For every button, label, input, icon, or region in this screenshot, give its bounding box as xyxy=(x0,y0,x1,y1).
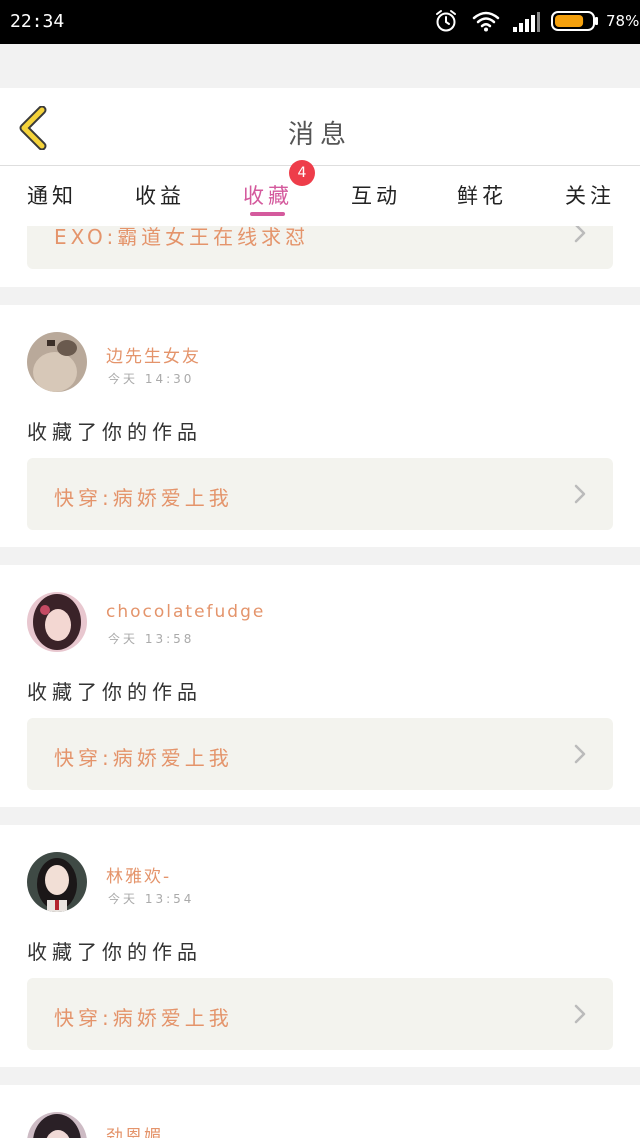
action-text: 收藏了你的作品 xyxy=(27,420,202,444)
avatar[interactable] xyxy=(27,852,87,912)
avatar[interactable] xyxy=(27,332,87,392)
battery-percent: 78% xyxy=(606,12,640,30)
username[interactable]: chocolatefudge xyxy=(106,602,265,622)
work-link[interactable]: 快穿:病娇爱上我 xyxy=(27,458,613,530)
list-item: EXO:霸道女王在线求怼 xyxy=(0,226,640,287)
battery-icon xyxy=(551,11,598,31)
work-link[interactable]: 快穿:病娇爱上我 xyxy=(27,978,613,1050)
avatar-image xyxy=(27,332,87,392)
gray-band xyxy=(0,44,640,88)
signal-icon xyxy=(513,12,540,32)
avatar-image xyxy=(27,592,87,652)
list-item: 边先生女友 今天 14:30 收藏了你的作品 快穿:病娇爱上我 xyxy=(0,305,640,547)
username[interactable]: 林雅欢- xyxy=(106,862,171,887)
work-link[interactable]: 快穿:病娇爱上我 xyxy=(27,718,613,790)
tab-flowers[interactable]: 鲜花 xyxy=(457,180,507,210)
favorites-count-badge: 4 xyxy=(289,160,315,186)
work-link[interactable]: EXO:霸道女王在线求怼 xyxy=(27,226,613,269)
alarm-icon xyxy=(436,10,456,32)
list-item: 林雅欢- 今天 13:54 收藏了你的作品 快穿:病娇爱上我 xyxy=(0,825,640,1067)
chevron-right-icon xyxy=(574,484,586,504)
status-bar: 22:34 78% xyxy=(0,0,640,44)
work-title: 快穿:病娇爱上我 xyxy=(54,1006,233,1030)
avatar-image xyxy=(27,852,87,912)
work-title: 快穿:病娇爱上我 xyxy=(54,746,233,770)
tab-earnings[interactable]: 收益 xyxy=(135,180,185,210)
tab-follows[interactable]: 关注 xyxy=(565,180,615,210)
username[interactable]: 劲恩媚 xyxy=(106,1122,163,1138)
active-tab-indicator xyxy=(250,212,285,216)
action-text: 收藏了你的作品 xyxy=(27,680,202,704)
timestamp: 今天 13:58 xyxy=(108,632,195,646)
tab-bar: 通知 收益 收藏 互动 鲜花 关注 xyxy=(0,166,640,226)
list-item: chocolatefudge 今天 13:58 收藏了你的作品 快穿:病娇爱上我 xyxy=(0,565,640,807)
chevron-right-icon xyxy=(574,1004,586,1024)
list-item: 劲恩媚 xyxy=(0,1085,640,1138)
chevron-right-icon xyxy=(574,226,586,243)
message-list: EXO:霸道女王在线求怼 边先生女友 今天 14:30 收藏了你的作品 快穿:病… xyxy=(0,226,640,1138)
page-title: 消息 xyxy=(287,120,352,150)
avatar-image xyxy=(27,1112,87,1138)
work-title: 快穿:病娇爱上我 xyxy=(54,486,233,510)
page-header: 消息 xyxy=(0,88,640,166)
work-title: EXO:霸道女王在线求怼 xyxy=(54,226,310,249)
tab-notifications[interactable]: 通知 xyxy=(27,180,77,210)
action-text: 收藏了你的作品 xyxy=(27,940,202,964)
username[interactable]: 边先生女友 xyxy=(106,342,201,367)
timestamp: 今天 13:54 xyxy=(108,892,195,906)
status-time: 22:34 xyxy=(10,11,65,32)
tab-interactions[interactable]: 互动 xyxy=(351,180,401,210)
wifi-icon xyxy=(472,11,500,32)
timestamp: 今天 14:30 xyxy=(108,372,195,386)
tab-favorites[interactable]: 收藏 xyxy=(243,180,293,210)
avatar[interactable] xyxy=(27,592,87,652)
avatar[interactable] xyxy=(27,1112,87,1138)
chevron-right-icon xyxy=(574,744,586,764)
